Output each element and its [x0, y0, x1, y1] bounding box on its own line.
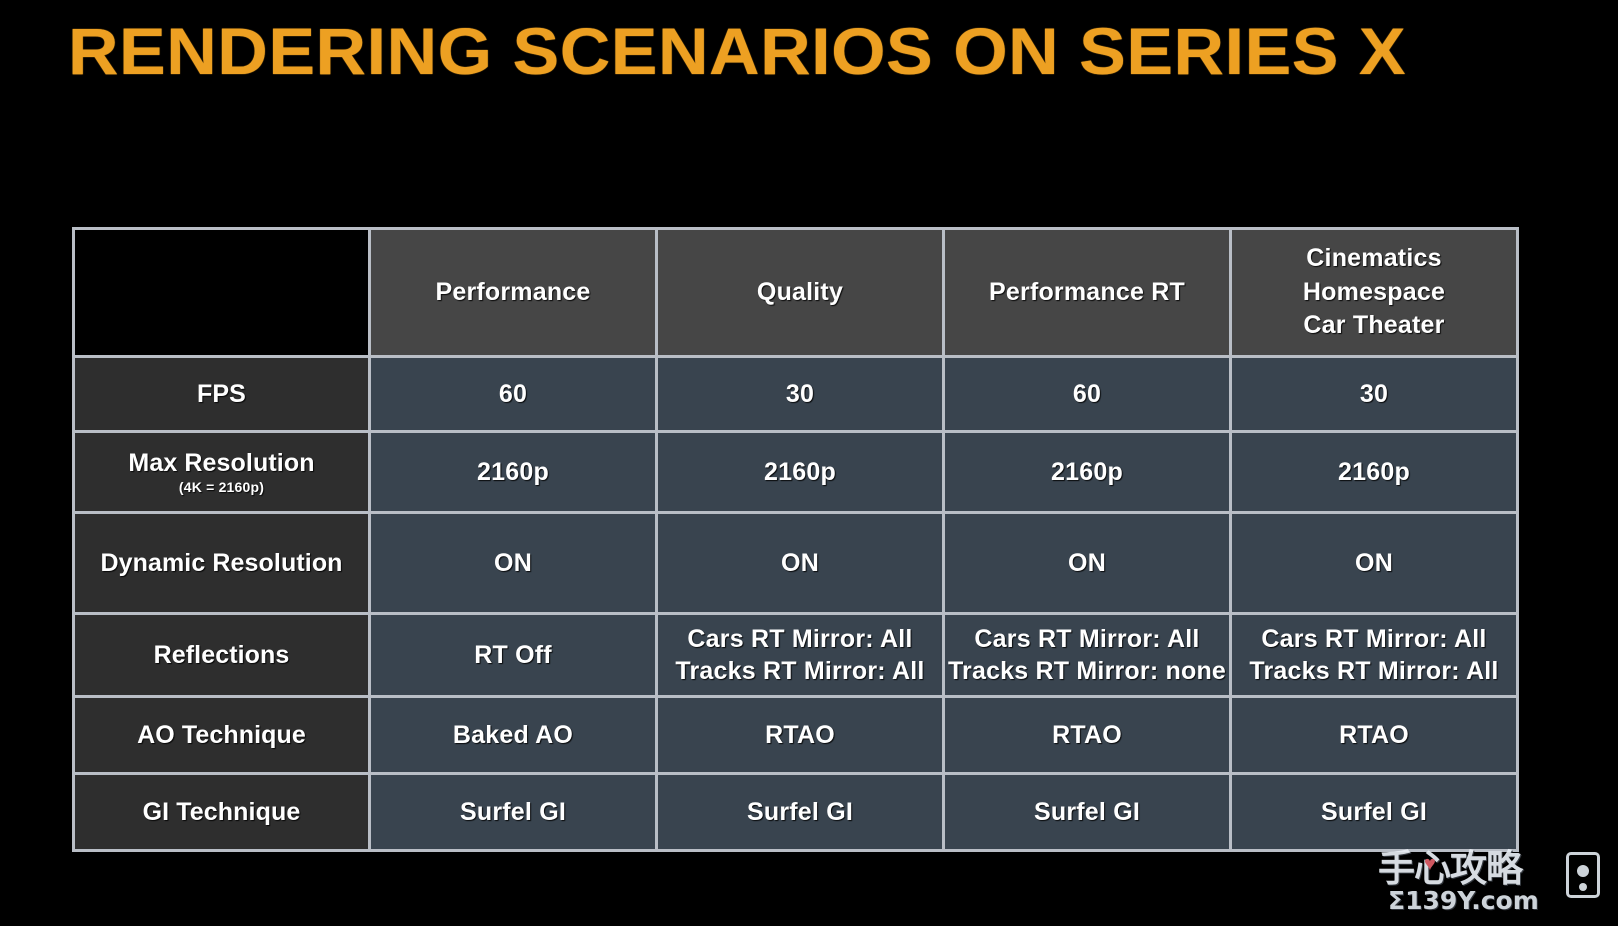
- cell-line: ON: [1355, 548, 1393, 577]
- table-row: FPS 60 30 60 30: [75, 358, 1516, 430]
- table-row: Max Resolution (4K = 2160p) 2160p 2160p …: [75, 433, 1516, 511]
- table-header-row: Performance Quality Performance RT Cinem…: [75, 230, 1516, 355]
- table-body: Performance Quality Performance RT Cinem…: [75, 230, 1516, 849]
- cell-line: 2160p: [1338, 457, 1410, 486]
- column-header-line: Car Theater: [1303, 311, 1445, 340]
- row-label-text: Reflections: [153, 640, 290, 669]
- cell-ao-quality: RTAO: [658, 698, 942, 772]
- column-header-line: Quality: [756, 277, 844, 306]
- row-label-gi-technique: GI Technique: [75, 775, 368, 849]
- row-label-text: GI Technique: [142, 797, 301, 826]
- cell-ao-cinematics: RTAO: [1232, 698, 1516, 772]
- cell-maxres-quality: 2160p: [658, 433, 942, 511]
- row-label-ao-technique: AO Technique: [75, 698, 368, 772]
- watermark-main-text: 手心攻略: [1378, 847, 1523, 890]
- cell-line: Cars RT Mirror: All: [974, 624, 1200, 653]
- column-header-line: Performance: [435, 277, 591, 306]
- cell-gi-cinematics: Surfel GI: [1232, 775, 1516, 849]
- row-label-dynamic-resolution: Dynamic Resolution: [75, 514, 368, 612]
- cell-line: Tracks RT Mirror: All: [1249, 657, 1499, 685]
- cell-fps-cinematics: 30: [1232, 358, 1516, 430]
- cell-reflections-cinematics: Cars RT Mirror: All Tracks RT Mirror: Al…: [1232, 615, 1516, 695]
- table-row: AO Technique Baked AO RTAO RTAO RTAO: [75, 698, 1516, 772]
- cell-reflections-performance-rt: Cars RT Mirror: All Tracks RT Mirror: no…: [945, 615, 1229, 695]
- cell-ao-performance: Baked AO: [371, 698, 655, 772]
- column-header-line: Performance RT: [989, 277, 1185, 306]
- page-title: RENDERING SCENARIOS ON SERIES X: [68, 14, 1407, 88]
- cell-line: RT Off: [474, 640, 552, 669]
- cell-fps-performance: 60: [371, 358, 655, 430]
- row-label-sublabel: (4K = 2160p): [178, 478, 265, 495]
- table-row: Dynamic Resolution ON ON ON ON: [75, 514, 1516, 612]
- cell-line: Tracks RT Mirror: All: [675, 657, 925, 685]
- table-corner-cell: [75, 230, 368, 355]
- cell-dynres-cinematics: ON: [1232, 514, 1516, 612]
- row-label-reflections: Reflections: [75, 615, 368, 695]
- row-label-text: FPS: [197, 379, 246, 408]
- cell-maxres-cinematics: 2160p: [1232, 433, 1516, 511]
- cell-line: RTAO: [1052, 720, 1122, 749]
- cell-line: Surfel GI: [747, 797, 853, 826]
- cell-line: Surfel GI: [460, 797, 566, 826]
- cell-line: ON: [1068, 548, 1106, 577]
- cell-line: 2160p: [764, 457, 836, 486]
- cell-gi-performance-rt: Surfel GI: [945, 775, 1229, 849]
- cell-line: ON: [494, 548, 532, 577]
- watermark: 手心攻略 ♥ Σ139Y.com: [1378, 848, 1600, 920]
- cell-line: 2160p: [477, 457, 549, 486]
- table-row: Reflections RT Off Cars RT Mirror: All T…: [75, 615, 1516, 695]
- cell-ao-performance-rt: RTAO: [945, 698, 1229, 772]
- row-label-text: AO Technique: [137, 720, 306, 749]
- cell-line: Surfel GI: [1034, 797, 1140, 826]
- cell-gi-quality: Surfel GI: [658, 775, 942, 849]
- cell-maxres-performance-rt: 2160p: [945, 433, 1229, 511]
- cell-line: 30: [1359, 379, 1389, 408]
- cell-fps-performance-rt: 60: [945, 358, 1229, 430]
- watermark-sub-text: Σ139Y.com: [1388, 886, 1539, 915]
- cell-line: ON: [781, 548, 819, 577]
- cell-dynres-performance: ON: [371, 514, 655, 612]
- cell-line: RTAO: [1339, 720, 1409, 749]
- cell-line: Cars RT Mirror: All: [687, 624, 913, 653]
- cell-dynres-quality: ON: [658, 514, 942, 612]
- column-header-quality: Quality: [658, 230, 942, 355]
- cell-reflections-performance: RT Off: [371, 615, 655, 695]
- cell-reflections-quality: Cars RT Mirror: All Tracks RT Mirror: Al…: [658, 615, 942, 695]
- cell-line: 60: [498, 379, 528, 408]
- table-row: GI Technique Surfel GI Surfel GI Surfel …: [75, 775, 1516, 849]
- cell-line: Cars RT Mirror: All: [1261, 624, 1487, 653]
- cell-line: Tracks RT Mirror: none: [947, 657, 1227, 685]
- column-header-line: Homespace: [1302, 277, 1446, 306]
- row-label-max-resolution: Max Resolution (4K = 2160p): [75, 433, 368, 511]
- column-header-performance-rt: Performance RT: [945, 230, 1229, 355]
- cell-maxres-performance: 2160p: [371, 433, 655, 511]
- cell-line: RTAO: [765, 720, 835, 749]
- rendering-scenarios-table: Performance Quality Performance RT Cinem…: [72, 227, 1519, 852]
- cell-line: Surfel GI: [1321, 797, 1427, 826]
- cell-line: 30: [785, 379, 815, 408]
- column-header-line: Cinematics: [1306, 243, 1442, 272]
- cell-gi-performance: Surfel GI: [371, 775, 655, 849]
- cell-line: 60: [1072, 379, 1102, 408]
- cell-line: 2160p: [1051, 457, 1123, 486]
- column-header-cinematics: Cinematics Homespace Car Theater: [1232, 230, 1516, 355]
- cell-line: Baked AO: [452, 720, 574, 749]
- row-label-text: Max Resolution: [128, 448, 315, 477]
- cell-dynres-performance-rt: ON: [945, 514, 1229, 612]
- cell-fps-quality: 30: [658, 358, 942, 430]
- row-label-fps: FPS: [75, 358, 368, 430]
- phone-icon: [1566, 852, 1600, 898]
- row-label-text: Dynamic Resolution: [100, 548, 343, 577]
- column-header-performance: Performance: [371, 230, 655, 355]
- heart-icon: ♥: [1424, 853, 1436, 875]
